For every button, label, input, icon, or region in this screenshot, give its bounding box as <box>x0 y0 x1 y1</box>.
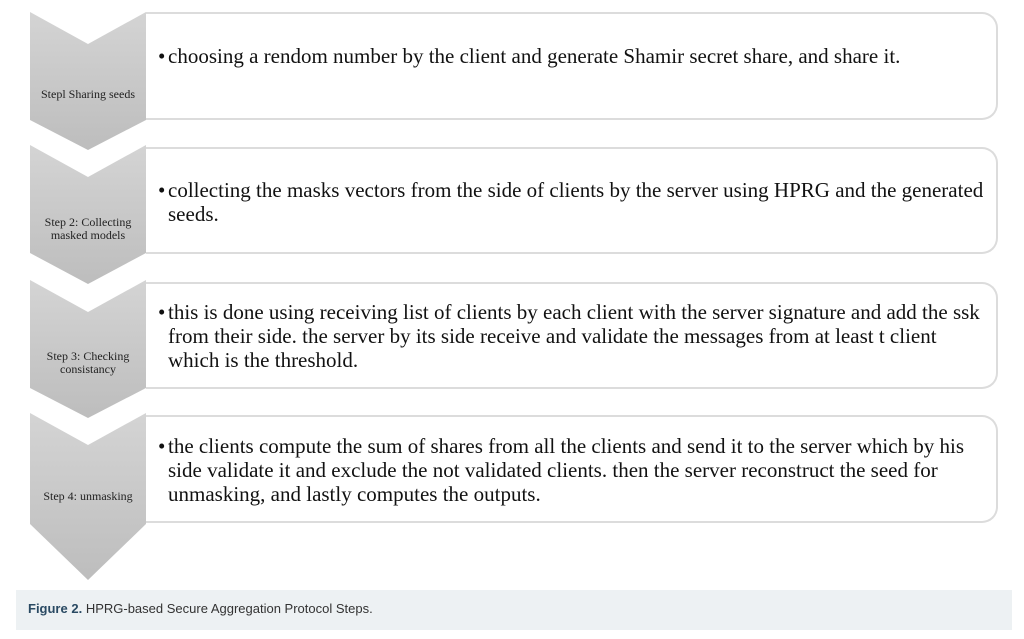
bullet-icon: • <box>158 300 166 324</box>
figure-caption-text: HPRG-based Secure Aggregation Protocol S… <box>85 601 373 616</box>
step-label-3: Step 3: Checking consistancy <box>46 349 130 376</box>
process-diagram: Stepl Sharing seeds Step 2: Collecting m… <box>0 0 1024 585</box>
bullet-icon: • <box>158 44 166 68</box>
step-label-4: Step 4: unmasking <box>43 489 133 503</box>
step-bullet-1: • choosing a rendom number by the client… <box>158 44 988 68</box>
step-box-3: • this is done using receiving list of c… <box>146 282 998 389</box>
step-bullet-2: • collecting the masks vectors from the … <box>158 178 988 226</box>
step-box-4: • the clients compute the sum of shares … <box>146 415 998 523</box>
step-bullet-4: • the clients compute the sum of shares … <box>158 434 988 506</box>
bullet-icon: • <box>158 178 166 202</box>
chevron-step-1 <box>30 12 146 150</box>
step-box-1: • choosing a rendom number by the client… <box>146 12 998 120</box>
step-text-3: this is done using receiving list of cli… <box>168 300 980 372</box>
figure-caption: Figure 2. HPRG-based Secure Aggregation … <box>28 601 373 616</box>
step-box-2: • collecting the masks vectors from the … <box>146 147 998 254</box>
step-label-2: Step 2: Collecting masked models <box>44 215 132 242</box>
step-text-4: the clients compute the sum of shares fr… <box>168 434 965 506</box>
step-label-1: Stepl Sharing seeds <box>41 87 135 101</box>
step-text-1: choosing a rendom number by the client a… <box>168 44 901 68</box>
figure-caption-bar: Figure 2. HPRG-based Secure Aggregation … <box>16 590 1012 630</box>
figure-caption-label: Figure 2. <box>28 601 83 616</box>
step-bullet-3: • this is done using receiving list of c… <box>158 300 988 372</box>
bullet-icon: • <box>158 434 166 458</box>
step-text-2: collecting the masks vectors from the si… <box>168 178 984 226</box>
